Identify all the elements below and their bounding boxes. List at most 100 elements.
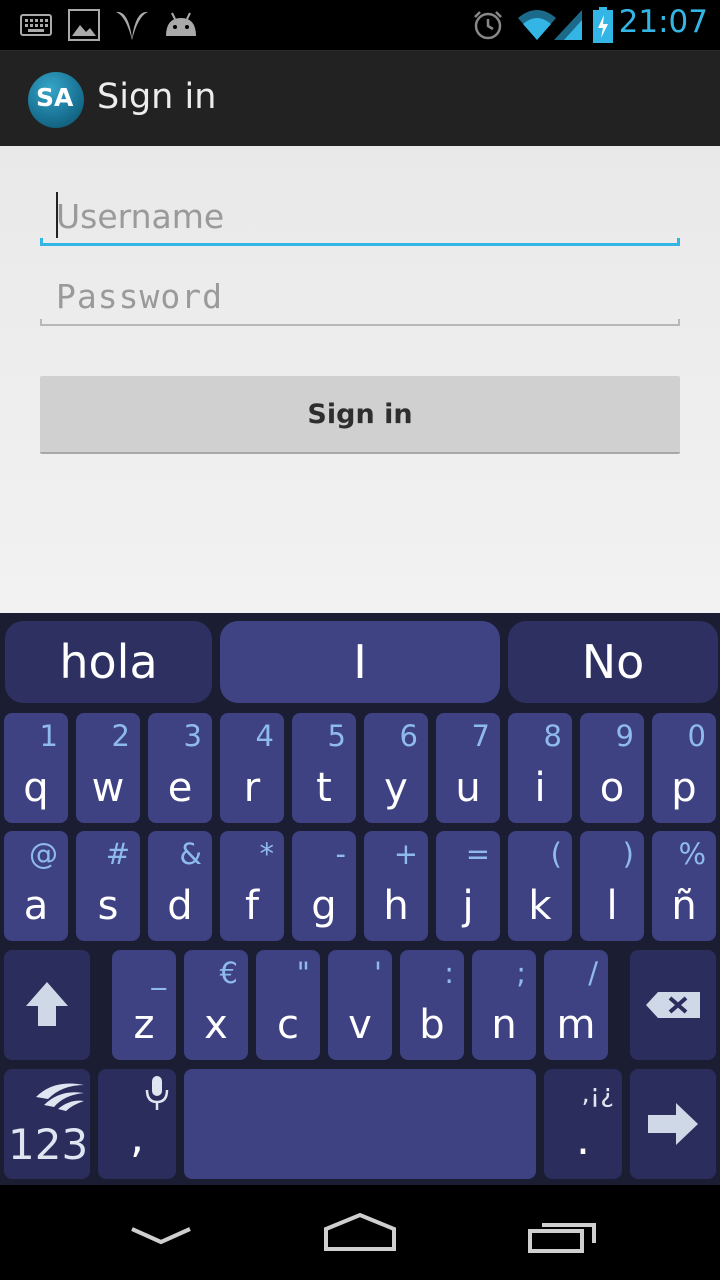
key-label: m [556, 1002, 596, 1048]
key-label: z [133, 1002, 155, 1048]
key-label: f [244, 883, 260, 929]
key-o[interactable]: 9o [580, 713, 644, 823]
key-alt: _ [151, 956, 167, 990]
home-icon[interactable] [322, 1211, 398, 1253]
numbers-key[interactable]: 123 [4, 1069, 90, 1179]
battery-charging-icon [593, 7, 613, 43]
key-alt: : [444, 956, 454, 990]
key-label: a [23, 883, 49, 929]
backspace-key[interactable] [630, 950, 716, 1060]
period-key-label: . [576, 1114, 590, 1165]
key-j[interactable]: = j [436, 831, 500, 941]
key-e[interactable]: 3e [148, 713, 212, 823]
comma-key[interactable]: , [98, 1069, 176, 1179]
key-y[interactable]: 6y [364, 713, 428, 823]
key-d[interactable]: & d [148, 831, 212, 941]
key-label: i [534, 765, 546, 811]
key-a[interactable]: @ a [4, 831, 68, 941]
key-alt: ' [374, 956, 382, 990]
key-alt: # [105, 837, 130, 871]
signal-icon [554, 10, 582, 40]
key-f[interactable]: * f [220, 831, 284, 941]
swiftkey-logo-icon [36, 1083, 84, 1111]
period-key[interactable]: ,¡¿ . [544, 1069, 622, 1179]
key-alt: ( [550, 837, 562, 871]
key-u[interactable]: 7u [436, 713, 500, 823]
shift-key[interactable] [4, 950, 90, 1060]
username-input[interactable] [40, 186, 680, 246]
action-bar: SA Sign in [0, 50, 720, 146]
text-cursor [56, 192, 58, 238]
arrow-right-icon [648, 1103, 698, 1145]
key-alt: ; [516, 956, 526, 990]
back-icon[interactable] [128, 1225, 194, 1247]
key-alt: * [259, 837, 275, 871]
key-alt: = [465, 837, 490, 871]
suggestion-right[interactable]: No [508, 621, 718, 703]
key-alt: € [219, 956, 238, 990]
period-key-alt: ,¡¿ [581, 1079, 615, 1109]
key-label: r [243, 765, 261, 811]
key-label: ñ [671, 883, 697, 929]
enter-key[interactable] [630, 1069, 716, 1179]
key-p[interactable]: 0p [652, 713, 716, 823]
key-t[interactable]: 5t [292, 713, 356, 823]
space-key[interactable] [184, 1069, 536, 1179]
key-label: y [384, 765, 408, 811]
key-b[interactable]: :b [400, 950, 464, 1060]
key-label: p [671, 765, 697, 811]
key-label: l [606, 883, 618, 929]
key-h[interactable]: + h [364, 831, 428, 941]
password-field-container [40, 266, 680, 326]
app-logo-text: SA [36, 83, 74, 112]
key-l[interactable]: ) l [580, 831, 644, 941]
key-n[interactable]: ; n [472, 950, 536, 1060]
key-w[interactable]: 2w [76, 713, 140, 823]
key-z[interactable]: _ z [112, 950, 176, 1060]
key-label: e [167, 765, 193, 811]
key-alt: + [393, 837, 418, 871]
numbers-key-label: 123 [8, 1120, 89, 1169]
key-label: s [97, 883, 119, 929]
key-i[interactable]: 8i [508, 713, 572, 823]
key-alt: 5 [327, 719, 346, 753]
key-q[interactable]: 1q [4, 713, 68, 823]
key-alt: 8 [543, 719, 562, 753]
key-label: d [167, 883, 193, 929]
status-time: 21:07 [618, 4, 708, 40]
username-underline [40, 238, 680, 246]
key-alt: / [588, 956, 598, 990]
recent-apps-icon[interactable] [526, 1215, 598, 1255]
key-c[interactable]: " c [256, 950, 320, 1060]
key-label: t [316, 765, 332, 811]
key-x[interactable]: € x [184, 950, 248, 1060]
key-label: c [277, 1002, 299, 1048]
password-input[interactable] [40, 266, 680, 326]
suggestion-left[interactable]: hola [5, 621, 212, 703]
status-bar: 21:07 [0, 0, 720, 50]
username-field-container [40, 186, 680, 246]
key-alt: 6 [399, 719, 418, 753]
key-m[interactable]: / m [544, 950, 608, 1060]
alarm-icon [474, 11, 502, 40]
key-alt: 1 [39, 719, 58, 753]
key-n-tilde[interactable]: % ñ [652, 831, 716, 941]
key-alt: " [296, 956, 310, 990]
sign-in-button[interactable]: Sign in [40, 376, 680, 454]
key-label: v [348, 1002, 372, 1048]
key-alt: 4 [255, 719, 274, 753]
app-logo-icon[interactable]: SA [28, 72, 84, 128]
page-title: Sign in [97, 77, 217, 117]
key-label: q [23, 765, 49, 811]
keyboard: hola I No 1q 2w 3e 4r 5t 6y 7u 8i 9o 0p … [0, 613, 720, 1185]
key-k[interactable]: (k [508, 831, 572, 941]
suggestion-center[interactable]: I [220, 621, 500, 703]
key-v[interactable]: ' v [328, 950, 392, 1060]
key-g[interactable]: -g [292, 831, 356, 941]
microphone-icon [145, 1076, 169, 1110]
key-s[interactable]: # s [76, 831, 140, 941]
key-label: w [91, 765, 125, 811]
comma-key-label: , [130, 1112, 144, 1163]
backspace-icon [646, 992, 700, 1018]
key-r[interactable]: 4r [220, 713, 284, 823]
